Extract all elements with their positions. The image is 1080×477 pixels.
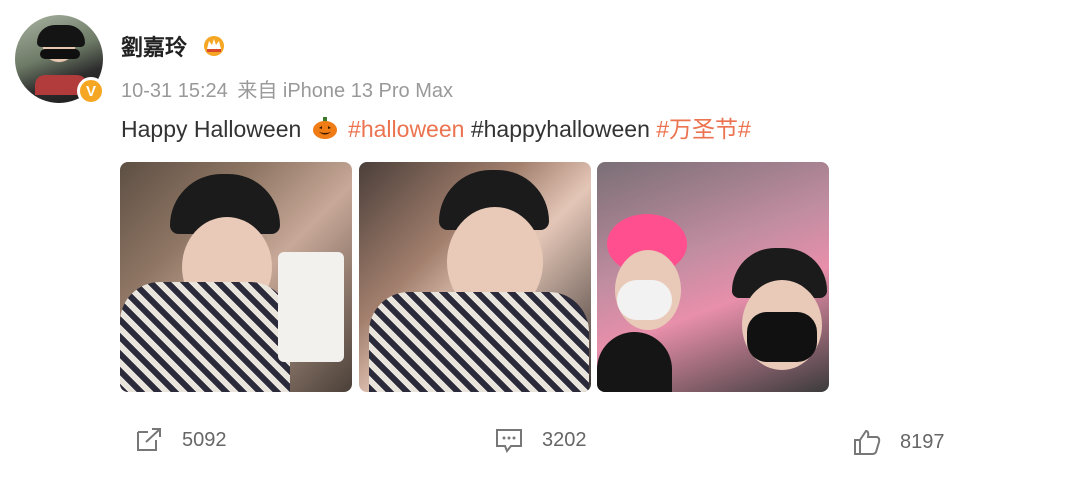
post-text-prefix: Happy Halloween [121, 116, 302, 142]
photo-coat [369, 292, 589, 392]
like-count: 8197 [900, 430, 945, 453]
photo-coat [120, 282, 290, 392]
comment-button[interactable]: 3202 [494, 426, 587, 454]
like-button[interactable]: 8197 [852, 428, 945, 456]
comment-icon [496, 429, 522, 453]
post-text: Happy Halloween #halloween #happyhallowe… [121, 110, 751, 144]
pumpkin-icon [312, 117, 337, 139]
verified-badge: V [77, 77, 105, 105]
post-meta: 10-31 15:24 来自 iPhone 13 Pro Max [121, 74, 457, 103]
hashtag-wanshengjie[interactable]: #万圣节# [656, 116, 751, 142]
photo-mask [617, 280, 672, 320]
hashtag-happyhalloween[interactable]: #happyhalloween [471, 116, 650, 142]
share-button[interactable]: 5092 [134, 426, 227, 454]
crown-icon [204, 36, 224, 56]
username[interactable]: 劉嘉玲 [121, 30, 187, 62]
avatar-cap [37, 25, 85, 47]
post-source: 来自 iPhone 13 Pro Max [237, 80, 453, 102]
post-timestamp: 10-31 15:24 [121, 80, 228, 102]
comment-count: 3202 [542, 428, 587, 451]
post-image-2[interactable] [359, 162, 591, 392]
share-count: 5092 [182, 428, 227, 451]
photo-cup [278, 252, 344, 362]
photo-coat [597, 332, 672, 392]
photo-mask [747, 312, 817, 362]
hashtag-halloween[interactable]: #halloween [348, 116, 464, 142]
post-image-1[interactable] [120, 162, 352, 392]
post-image-3[interactable] [597, 162, 829, 392]
like-icon [854, 429, 881, 455]
share-icon [137, 428, 161, 451]
avatar-glasses [40, 49, 80, 59]
